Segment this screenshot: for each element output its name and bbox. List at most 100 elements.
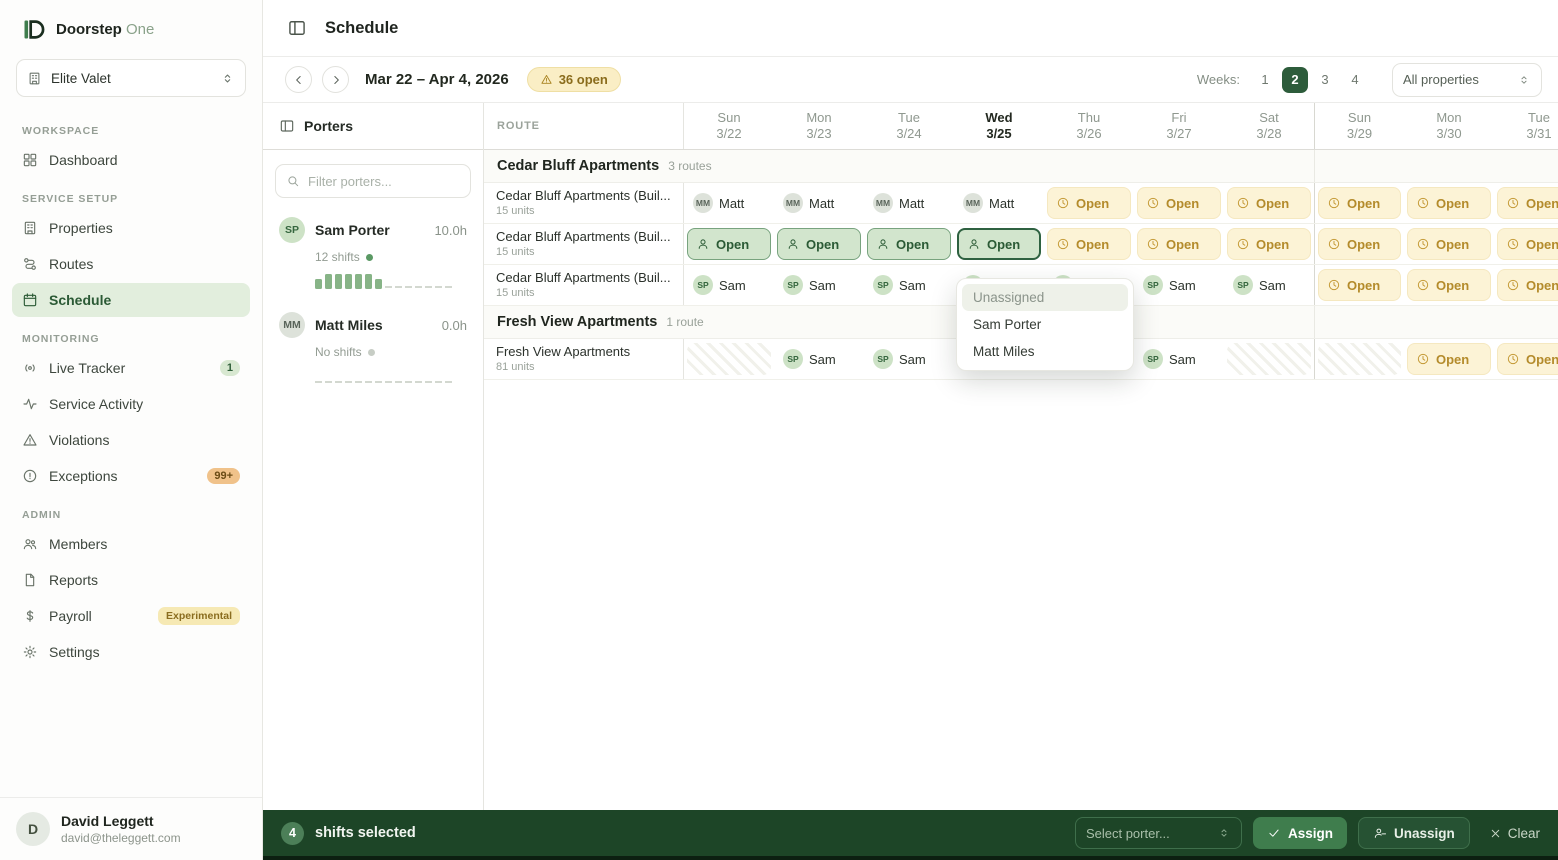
shift-cell-assigned[interactable]: SP Sam: [777, 343, 861, 375]
shift-cell-assigned[interactable]: SP Sam: [777, 269, 861, 301]
next-week-button[interactable]: [322, 66, 349, 93]
workspace-selector[interactable]: Elite Valet: [16, 59, 246, 97]
shift-cell-open-selected[interactable]: Open: [777, 228, 861, 260]
person-icon: [878, 239, 888, 249]
porter-list-item-matt-miles[interactable]: MM Matt Miles 0.0h No shifts: [263, 299, 483, 394]
week-button-3[interactable]: 3: [1312, 67, 1338, 93]
nav-badge: 1: [219, 360, 240, 376]
assign-button[interactable]: Assign: [1252, 817, 1347, 849]
shift-cell-assigned[interactable]: MM Matt: [777, 187, 861, 219]
check-icon: [1269, 829, 1279, 837]
shift-open-label: Open: [1436, 236, 1470, 252]
property-group-name: Fresh View Apartments: [497, 314, 658, 330]
dashboard-icon: [23, 153, 37, 167]
shift-cell-assigned[interactable]: MM Matt: [687, 187, 771, 219]
selected-count-badge: 4: [281, 821, 304, 845]
day-cell: MM Matt: [864, 183, 954, 223]
shift-cell-open[interactable]: Open: [1047, 228, 1131, 260]
sidebar-item-properties[interactable]: Properties: [12, 211, 250, 245]
shift-cell-open-selected-focused[interactable]: Open: [957, 228, 1041, 260]
sidebar-item-exceptions[interactable]: Exceptions 99+: [12, 459, 250, 493]
assign-option-matt-miles[interactable]: Matt Miles: [962, 338, 1128, 365]
shift-cell-open[interactable]: Open: [1497, 343, 1558, 375]
clock-icon: [1147, 197, 1159, 209]
shift-porter-name: Sam: [719, 277, 746, 293]
shift-cell-assigned[interactable]: SP Sam: [1137, 343, 1221, 375]
shift-avatar: SP: [1233, 275, 1253, 295]
day-date: 3/23: [806, 126, 832, 141]
clock-icon: [1328, 238, 1340, 250]
sidebar-item-reports[interactable]: Reports: [12, 563, 250, 597]
shift-cell-assigned[interactable]: MM Matt: [867, 187, 951, 219]
day-cell: Open: [1404, 265, 1494, 305]
porter-select[interactable]: Select porter...: [1074, 817, 1242, 849]
shift-cell-open[interactable]: Open: [1227, 187, 1311, 219]
shift-cell-open[interactable]: Open: [1318, 269, 1401, 301]
sidebar-item-settings[interactable]: Settings: [12, 635, 250, 669]
shift-porter-name: Matt: [809, 195, 835, 211]
shift-cell-open[interactable]: Open: [1137, 228, 1221, 260]
shift-cell-assigned[interactable]: SP Sam: [1227, 269, 1311, 301]
sidebar-item-schedule[interactable]: Schedule: [12, 283, 250, 317]
selected-label: shifts selected: [315, 825, 416, 841]
sidebar-item-service-activity[interactable]: Service Activity: [12, 387, 250, 421]
shift-cell-assigned[interactable]: SP Sam: [687, 269, 771, 301]
sidebar-item-payroll[interactable]: Payroll Experimental: [12, 599, 250, 633]
shift-cell-assigned[interactable]: SP Sam: [867, 343, 951, 375]
prev-week-button[interactable]: [285, 66, 312, 93]
clock-icon: [1147, 238, 1159, 250]
open-shifts-badge[interactable]: 36 open: [526, 67, 621, 92]
sidebar-item-dashboard[interactable]: Dashboard: [12, 143, 250, 177]
day-of-week: Sun: [1347, 110, 1372, 125]
building-icon: [24, 221, 36, 235]
day-cell: Open: [1134, 224, 1224, 264]
unassign-button[interactable]: Unassign: [1357, 817, 1470, 849]
user-email: david@theleggett.com: [61, 831, 181, 845]
shift-cell-open[interactable]: Open: [1497, 269, 1558, 301]
porter-hours: 0.0h: [441, 317, 467, 333]
shift-cell-open-selected[interactable]: Open: [867, 228, 951, 260]
properties-filter-value: All properties: [1403, 72, 1479, 87]
shift-porter-name: Matt: [899, 195, 925, 211]
shift-cell-assigned[interactable]: MM Matt: [957, 187, 1041, 219]
shift-cell-open[interactable]: Open: [1227, 228, 1311, 260]
shift-cell-open[interactable]: Open: [1137, 187, 1221, 219]
shift-cell-open[interactable]: Open: [1407, 187, 1491, 219]
shift-cell-assigned[interactable]: SP Sam: [867, 269, 951, 301]
nav-badge: Experimental: [158, 607, 240, 625]
sidebar-item-routes[interactable]: Routes: [12, 247, 250, 281]
clear-selection-button[interactable]: Clear: [1489, 826, 1540, 841]
shift-cell-open[interactable]: Open: [1497, 228, 1558, 260]
day-cell: Open: [1404, 339, 1494, 379]
porter-avatar: SP: [279, 217, 305, 243]
warning-icon: [23, 434, 37, 446]
week-button-4[interactable]: 4: [1342, 67, 1368, 93]
shift-cell-assigned[interactable]: SP Sam: [1137, 269, 1221, 301]
shift-cell-open-selected[interactable]: Open: [687, 228, 771, 260]
sidebar-item-violations[interactable]: Violations: [12, 423, 250, 457]
sidebar-item-label: Schedule: [49, 292, 112, 308]
sidebar-toggle-button[interactable]: [287, 18, 307, 38]
porter-filter-input[interactable]: [308, 173, 460, 189]
assign-option-sam-porter[interactable]: Sam Porter: [962, 311, 1128, 338]
shift-cell-open[interactable]: Open: [1407, 228, 1491, 260]
shift-cell-open[interactable]: Open: [1407, 343, 1491, 375]
assign-option-unassigned[interactable]: Unassigned: [962, 284, 1128, 311]
shift-cell-open[interactable]: Open: [1047, 187, 1131, 219]
shift-cell-open[interactable]: Open: [1318, 228, 1401, 260]
sidebar-item-live-tracker[interactable]: Live Tracker 1: [12, 351, 250, 385]
day-cell: SP Sam: [864, 339, 954, 379]
topbar: Schedule: [263, 0, 1558, 57]
user-name: David Leggett: [61, 813, 154, 829]
shift-cell-open[interactable]: Open: [1407, 269, 1491, 301]
user-profile[interactable]: D David Leggett david@theleggett.com: [0, 797, 262, 860]
properties-filter[interactable]: All properties: [1392, 62, 1542, 97]
shift-cell-open[interactable]: Open: [1318, 187, 1401, 219]
day-date: 3/29: [1346, 126, 1373, 141]
porter-list-item-sam-porter[interactable]: SP Sam Porter 10.0h 12 shifts: [263, 204, 483, 299]
week-button-1[interactable]: 1: [1252, 67, 1278, 93]
week-button-2[interactable]: 2: [1282, 66, 1308, 93]
porters-title: Porters: [304, 118, 354, 134]
shift-cell-open[interactable]: Open: [1497, 187, 1558, 219]
sidebar-item-members[interactable]: Members: [12, 527, 250, 561]
